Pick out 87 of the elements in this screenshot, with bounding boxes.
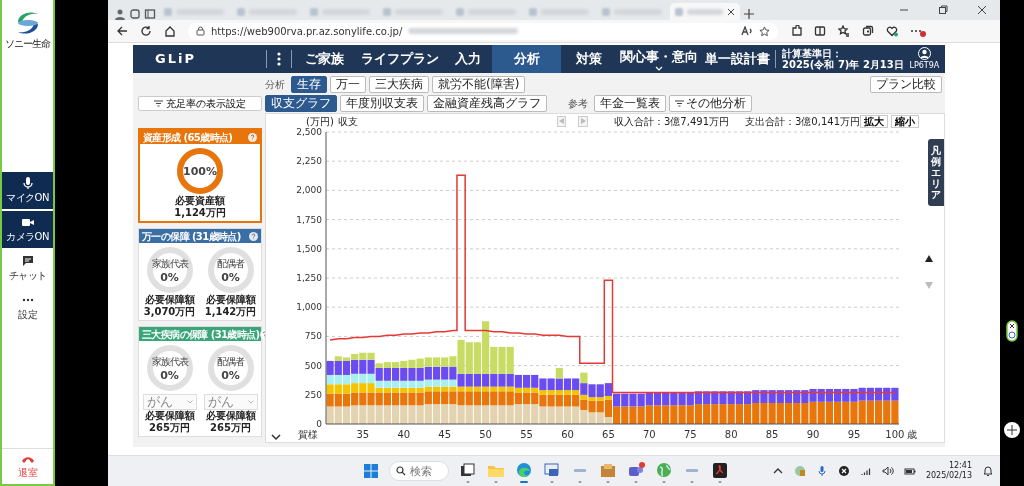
analysis-label: 分析: [265, 77, 286, 92]
nav-tab[interactable]: 関心事・意向: [617, 45, 701, 73]
view-tab[interactable]: 金融資産残高グラフ: [427, 94, 547, 112]
axis-tick-label: 85: [765, 429, 779, 440]
person-label: 賀様: [298, 429, 318, 440]
required-label: 必要保障額: [205, 410, 256, 422]
axis-tick-label: 0: [316, 419, 322, 429]
pension-table-button[interactable]: 年金一覧表: [593, 94, 666, 112]
search-field[interactable]: 検索: [389, 461, 449, 481]
axis-tick-label: 2,000: [296, 185, 322, 196]
axis-tick-label: 1,250: [296, 273, 322, 283]
app-logo: GLiP: [154, 50, 197, 69]
required-amount: 1,142万円: [204, 306, 257, 318]
axis-tick-label: 80: [724, 429, 738, 440]
date-value: 2025(令和 7)年 2月13日: [782, 59, 904, 70]
axis-tick-label: 45: [438, 429, 452, 440]
required-label: 必要保障額: [144, 294, 195, 306]
address-bar[interactable]: https://web900rva.pr.az.sonylife.co.jp/: [188, 22, 778, 40]
gauge-value: 100%: [182, 164, 218, 180]
axis-tick-label: 90: [806, 429, 820, 440]
axis-tick-label: 65: [602, 429, 615, 440]
microphone-button[interactable]: マイクON: [2, 172, 53, 209]
analysis-tab[interactable]: 三大疾病: [369, 75, 429, 93]
nav-tab[interactable]: 入力: [443, 45, 493, 73]
expense-total: 支出合計：3億0,141万円: [745, 114, 860, 129]
nav-tab[interactable]: ご家族: [291, 45, 357, 73]
axis-tick-label: 1,750: [296, 214, 322, 225]
analysis-tab[interactable]: 万一: [330, 75, 366, 93]
plan-compare-button[interactable]: プラン比較: [870, 75, 942, 93]
required-amount: 1,124万円: [174, 207, 226, 219]
nav-tab[interactable]: 対策: [560, 45, 618, 73]
gauge-value: 0%: [220, 270, 241, 286]
axis-tick-label: 60: [561, 429, 574, 440]
chart-title: 収支: [337, 114, 358, 129]
axis-tick-label: 75: [683, 429, 697, 440]
axis-tick-label: 40: [397, 429, 411, 440]
axis-tick-label: 250: [304, 389, 322, 400]
axis-tick-label: 750: [304, 331, 322, 342]
gauge-label: 配偶者: [216, 355, 246, 369]
required-amount: 265万円: [210, 422, 251, 434]
zoom-out-button[interactable]: 縮小: [891, 114, 919, 128]
axis-tick-label: 35: [356, 429, 370, 440]
nav-tab[interactable]: 単一設計書: [700, 45, 775, 73]
camera-button[interactable]: カメラON: [2, 211, 53, 248]
axis-tick-label: 1,000: [296, 302, 322, 313]
reference-label: 参考: [567, 96, 589, 111]
axis-tick-label: 55: [520, 429, 533, 440]
gauge-label: 家族代表: [150, 355, 189, 369]
gauge-value: 0%: [159, 270, 180, 286]
other-analysis-button[interactable]: その他分析: [668, 94, 752, 112]
clock-date: 2025/02/13: [925, 471, 972, 481]
gauge-label: 配偶者: [216, 257, 246, 271]
card-title: 万一の保障 (31歳時点): [142, 229, 241, 244]
axis-unit-label: (万円): [306, 114, 334, 128]
date-label: 計算基準日：: [782, 48, 843, 59]
user-id: LP6T9A: [909, 59, 940, 72]
axis-tick-label: 50: [479, 429, 492, 440]
required-label: 必要資産額: [175, 195, 225, 207]
axis-tick-label: 1,500: [296, 243, 322, 254]
gauge-label: 家族代表: [150, 257, 189, 271]
card-title: 資産形成 (65歳時点): [143, 130, 233, 145]
nav-tab[interactable]: 分析: [492, 45, 561, 73]
income-total: 収入合計：3億7,491万円: [614, 114, 729, 129]
logo-text: ソニー生命: [5, 37, 50, 51]
required-amount: 3,070万円: [143, 306, 196, 318]
required-label: 必要保障額: [205, 294, 256, 306]
legend-tab[interactable]: 凡例エリア: [928, 139, 944, 206]
zoom-in-button[interactable]: 拡大: [860, 114, 888, 128]
axis-tick-label: 2,500: [296, 128, 322, 137]
card-title: 三大疾病の保障 (31歳時点): [142, 327, 260, 342]
view-tab[interactable]: 収支グラフ: [265, 94, 337, 112]
view-tab[interactable]: 年度別収支表: [340, 94, 424, 112]
nav-tab[interactable]: ライフプラン: [356, 45, 444, 73]
axis-tick-label: 500: [304, 360, 322, 371]
age-unit-label: 歳: [907, 429, 917, 440]
gauge-value: 0%: [220, 368, 241, 384]
analysis-tab[interactable]: 就労不能(障害): [432, 75, 526, 93]
required-amount: 265万円: [149, 422, 190, 434]
display-settings-button[interactable]: 充足率の表示設定: [138, 96, 262, 111]
required-label: 必要保障額: [144, 410, 195, 422]
axis-tick-label: 95: [847, 429, 861, 440]
clock-time: 12:41: [947, 461, 972, 471]
axis-tick-label: 2,250: [296, 156, 322, 167]
axis-tick-label: 70: [642, 429, 656, 440]
gauge-value: 0%: [159, 368, 180, 384]
analysis-tab[interactable]: 生存: [291, 75, 327, 93]
axis-tick-label: 100: [885, 429, 905, 440]
